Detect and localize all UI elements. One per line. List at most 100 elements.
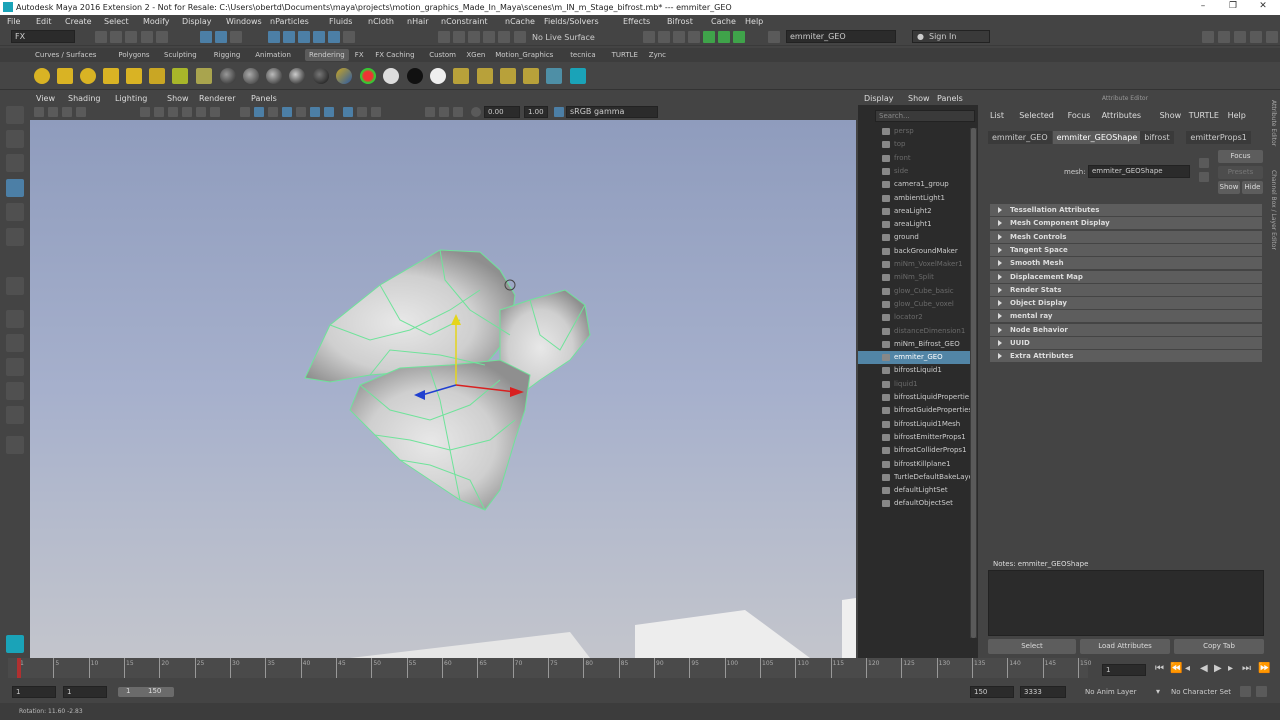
- use-background-icon[interactable]: [313, 68, 329, 84]
- outliner-menu-show[interactable]: Show: [908, 94, 930, 103]
- menu-modify[interactable]: Modify: [143, 17, 170, 26]
- toggle-attribute-editor-icon[interactable]: [718, 31, 730, 43]
- hypershade-icon[interactable]: [196, 68, 212, 84]
- outliner-item[interactable]: locator2: [858, 311, 970, 324]
- outliner-scroll-thumb[interactable]: [971, 128, 976, 638]
- load-output-icon[interactable]: [1199, 172, 1209, 182]
- persp-graph-icon[interactable]: [6, 382, 24, 400]
- mesh-name-field[interactable]: emmiter_GEOShape: [1088, 165, 1190, 178]
- select-tool-icon[interactable]: [6, 106, 24, 124]
- ae-tab-emmiter-geoshape[interactable]: emmiter_GEOShape: [1052, 131, 1142, 144]
- menu-ncache[interactable]: nCache: [505, 17, 535, 26]
- textured-icon[interactable]: [296, 107, 306, 117]
- shelf-tab-custom[interactable]: Custom: [429, 51, 456, 59]
- load-attributes-button[interactable]: Load Attributes: [1080, 639, 1170, 654]
- show-button[interactable]: Show: [1218, 181, 1240, 194]
- isolate-select-icon[interactable]: [425, 107, 435, 117]
- ae-menu-focus[interactable]: Focus: [1068, 111, 1091, 120]
- outliner-item[interactable]: emmiter_GEO: [858, 351, 970, 365]
- object-name-field[interactable]: emmiter_GEO: [786, 30, 896, 43]
- viewport-menu-shading[interactable]: Shading: [68, 94, 101, 103]
- shelf-tab-zync[interactable]: Zync: [649, 51, 666, 59]
- section-displacement-map[interactable]: Displacement Map: [990, 270, 1262, 283]
- step-back-key-icon[interactable]: ⏪: [1170, 663, 1182, 674]
- select-button[interactable]: Select: [988, 639, 1076, 654]
- ae-menu-show[interactable]: Show: [1160, 111, 1182, 120]
- menu-create[interactable]: Create: [65, 17, 92, 26]
- expand-arrow-icon[interactable]: [998, 340, 1002, 346]
- outliner-item[interactable]: glow_Cube_voxel: [858, 298, 970, 311]
- scale-tool-icon[interactable]: [6, 228, 24, 246]
- render-setup-icon[interactable]: [453, 68, 469, 84]
- xray-icon[interactable]: [439, 107, 449, 117]
- menuset-dropdown[interactable]: FX: [11, 30, 75, 43]
- restore-icon[interactable]: ❐: [1226, 1, 1240, 13]
- outliner-item[interactable]: persp: [858, 125, 970, 138]
- outliner-item[interactable]: side: [858, 165, 970, 178]
- render-settings-icon[interactable]: [688, 31, 700, 43]
- ground-block-left[interactable]: [350, 632, 590, 658]
- black-sphere-icon[interactable]: [407, 68, 423, 84]
- arnold-icon[interactable]: [570, 68, 586, 84]
- shelf-tab-tecnica[interactable]: tecnica: [570, 51, 595, 59]
- viewport-3d[interactable]: [30, 120, 856, 658]
- section-node-behavior[interactable]: Node Behavior: [990, 323, 1262, 336]
- outliner-item[interactable]: bifrostLiquidPropertie: [858, 391, 970, 404]
- presets-button[interactable]: Presets: [1218, 166, 1263, 179]
- shelf-tab-rendering[interactable]: Rendering: [305, 49, 349, 61]
- grid-icon[interactable]: [140, 107, 150, 117]
- hypershade-layout-icon[interactable]: [6, 406, 24, 424]
- lasso-tool-icon[interactable]: [6, 130, 24, 148]
- section-extra-attributes[interactable]: Extra Attributes: [990, 350, 1262, 363]
- auto-key-icon[interactable]: [1240, 686, 1251, 697]
- section-mental-ray[interactable]: mental ray: [990, 310, 1262, 323]
- outliner-toggle-icon[interactable]: [1234, 31, 1246, 43]
- gate-mask-icon[interactable]: [182, 107, 192, 117]
- outliner-item[interactable]: ground: [858, 231, 970, 244]
- shelf-tab-sculpting[interactable]: Sculpting: [164, 51, 197, 59]
- default-material-icon[interactable]: [268, 107, 278, 117]
- section-tessellation-attributes[interactable]: Tessellation Attributes: [990, 204, 1262, 216]
- step-forward-frame-icon[interactable]: ▸: [1228, 663, 1233, 674]
- outliner-item[interactable]: backGroundMaker: [858, 245, 970, 258]
- render-sequence-icon[interactable]: [523, 68, 539, 84]
- viewport-menu-panels[interactable]: Panels: [251, 94, 277, 103]
- redo-icon[interactable]: [156, 31, 168, 43]
- expand-arrow-icon[interactable]: [998, 260, 1002, 267]
- menu-help[interactable]: Help: [745, 17, 763, 26]
- render-layer-icon[interactable]: [477, 68, 493, 84]
- menu-fluids[interactable]: Fluids: [329, 17, 352, 26]
- lambert-icon[interactable]: [243, 68, 259, 84]
- wireframe-icon[interactable]: [240, 107, 250, 117]
- viewport-menu-show[interactable]: Show: [167, 94, 189, 103]
- last-tool-icon[interactable]: [6, 277, 24, 295]
- object-field-mode-icon[interactable]: [768, 31, 780, 43]
- anim-layer-label[interactable]: No Anim Layer: [1085, 688, 1136, 696]
- no-live-icon[interactable]: [514, 31, 526, 43]
- snap-surface-icon[interactable]: [328, 31, 340, 43]
- exposure-field[interactable]: 0.00: [484, 106, 520, 118]
- outliner-item[interactable]: camera1_group: [858, 178, 970, 191]
- use-all-lights-icon[interactable]: [310, 107, 320, 117]
- expand-arrow-icon[interactable]: [998, 207, 1002, 213]
- ambient-light-icon[interactable]: [34, 68, 50, 84]
- toggle-channel-box-icon[interactable]: [733, 31, 745, 43]
- ambient-occlusion-icon[interactable]: [343, 107, 353, 117]
- viewport-menu-lighting[interactable]: Lighting: [115, 94, 147, 103]
- outliner-menu-panels[interactable]: Panels: [937, 94, 963, 103]
- snap-curve-icon[interactable]: [283, 31, 295, 43]
- menu-windows[interactable]: Windows: [226, 17, 262, 26]
- shelf-tab-fx-caching[interactable]: FX Caching: [375, 51, 414, 59]
- gamma-field[interactable]: 1.00: [524, 106, 548, 118]
- menu-display[interactable]: Display: [182, 17, 212, 26]
- outliner-item[interactable]: miNm_Bifrost_GEO: [858, 338, 970, 351]
- shelf-tab-animation[interactable]: Animation: [255, 51, 291, 59]
- render-view-icon[interactable]: [643, 31, 655, 43]
- ae-tab-emitterprops1[interactable]: emitterProps1: [1186, 131, 1251, 144]
- outliner-item[interactable]: bifrostColliderProps1: [858, 444, 970, 457]
- outliner-item[interactable]: bifrostLiquid1: [858, 364, 970, 377]
- section-mesh-controls[interactable]: Mesh Controls: [990, 230, 1262, 243]
- blinn-icon[interactable]: [220, 68, 236, 84]
- expand-arrow-icon[interactable]: [998, 286, 1002, 293]
- rotate-tool-icon[interactable]: [6, 203, 24, 221]
